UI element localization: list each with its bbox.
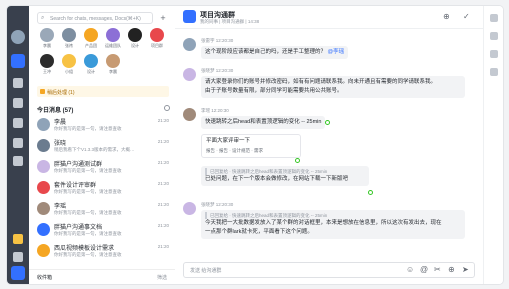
chat-item[interactable]: 胖猫户沟通测试群 你好我写的是第一句，请注意查收 21:20 (37, 158, 169, 176)
chat-sidebar: ⌕ Search for chats, messages, Docs(⌘+K) … (29, 6, 176, 284)
docs-icon[interactable] (13, 78, 23, 88)
chat-item[interactable]: 胖猫户沟通事文档 你好我写的是第一句，请注意查收 21:20 (37, 221, 169, 239)
avatar (183, 202, 196, 215)
favorites-icon[interactable] (13, 156, 23, 166)
chat-item[interactable]: 李瑶 你好我写的是第一句，请注意查收 21:20 (37, 200, 169, 218)
message-bubble[interactable]: 快速跳转之后head和表置顶逻辑的变化 -- 25min (201, 116, 326, 129)
pinned-contact[interactable]: 李晨 (103, 54, 123, 75)
user-avatar[interactable] (11, 30, 25, 44)
pinned-contact[interactable]: 运维团队 (103, 28, 123, 49)
reply-bubble[interactable]: 已回复给 · 快速跳转之后head和表置顶逻辑的变化 -- 25min 今天我把… (201, 210, 465, 239)
avatar (37, 223, 50, 236)
done-icon[interactable]: ✓ (463, 12, 470, 21)
pinned-contact[interactable]: 王冲 (37, 54, 57, 75)
avatar (84, 54, 98, 68)
message-bubble[interactable]: 这个现阶段应该都是自己的吗，还是手工整理的？ @李瑶 (201, 46, 349, 59)
avatar (37, 244, 50, 257)
message-input[interactable]: 发送 给沟通群 ☺ @ ✂ ⊕ ➤ (183, 262, 475, 278)
chat-subtitle: 我的同事 | 项目沟通群 | 14:38 (200, 19, 260, 24)
chat-item[interactable]: 套件设计评审群 你好我写的是第一句，请注意查收 21:20 (37, 179, 169, 197)
avatar (183, 108, 196, 121)
add-button[interactable]: + (157, 12, 169, 24)
read-status-icon (295, 158, 300, 163)
avatar (40, 28, 54, 42)
search-icon: ⌕ (41, 15, 45, 21)
right-toolbar (483, 6, 503, 284)
avatar (183, 38, 196, 51)
group-avatar (183, 10, 196, 23)
avatar (37, 202, 50, 215)
send-icon[interactable]: ➤ (462, 265, 469, 274)
sidebar-footer: 收件箱 筛选 (29, 269, 175, 284)
avatar (37, 160, 50, 173)
avatar (150, 28, 164, 42)
pinned-contact[interactable]: 小组 (59, 54, 79, 75)
settings-icon[interactable] (490, 68, 498, 76)
pinned-contact[interactable]: 设计 (81, 54, 101, 75)
pinned-contact[interactable]: 设计 (125, 28, 145, 49)
read-status-icon (368, 190, 373, 195)
camera-icon[interactable] (490, 14, 498, 22)
chat-item[interactable]: 张晓 稍后我看下个V1.3.3版本的需求，大概… 21:20 (37, 137, 169, 155)
app-icon-yellow[interactable] (13, 234, 23, 244)
emoji-icon[interactable]: ☺ (406, 265, 414, 274)
inbox-label[interactable]: 收件箱 (37, 274, 52, 281)
avatar (37, 139, 50, 152)
avatar (62, 54, 76, 68)
doc-icon[interactable] (490, 32, 498, 40)
search-input[interactable]: ⌕ Search for chats, messages, Docs(⌘+K) (37, 12, 153, 24)
pinned-contact[interactable]: 张祎 (59, 28, 79, 49)
avatar (62, 28, 76, 42)
scissors-icon[interactable]: ✂ (434, 265, 441, 274)
nav-rail (7, 6, 29, 284)
later-notice[interactable]: 稍后处理 (1) (37, 86, 169, 97)
calendar-icon[interactable] (13, 98, 23, 108)
add-icon[interactable]: ⊕ (448, 265, 455, 274)
message-bubble[interactable]: 请大家登录你们的账号并修改密码，如有有问题请联系我。向未开通且有需要的同学请联系… (201, 76, 465, 98)
messenger-icon[interactable] (11, 54, 25, 68)
chat-item[interactable]: 西瓜视频模板设计需求 你好我写的是第一句，请注意查收 21:20 (37, 242, 169, 260)
filter-button[interactable]: 筛选 (157, 274, 167, 281)
section-title: 今日消息 (57) (37, 108, 74, 114)
avatar (37, 181, 50, 194)
app-icon-blue[interactable] (11, 266, 25, 280)
section-toggle-icon[interactable] (164, 105, 170, 111)
chat-header: 项目沟通群 我的同事 | 项目沟通群 | 14:38 ⊕ ✓ (175, 6, 483, 29)
chat-item[interactable]: 李晨 你好我写的是第一句，请注意查收 21:20 (37, 116, 169, 134)
avatar (128, 28, 142, 42)
avatar (106, 54, 120, 68)
avatar (183, 68, 196, 81)
avatar (106, 28, 120, 42)
avatar (84, 28, 98, 42)
workplace-icon[interactable] (13, 138, 23, 148)
search-placeholder: Search for chats, messages, Docs(⌘+K) (50, 15, 141, 22)
pinned-contact[interactable]: 产品团 (81, 28, 101, 49)
read-status-icon (325, 120, 330, 125)
avatar (40, 54, 54, 68)
contacts-icon[interactable] (13, 118, 23, 128)
clock-icon (40, 88, 45, 94)
doc-card[interactable]: 平面大家评审一下 报告 · 报告 · 设计规范 · 需求 (201, 134, 301, 158)
pinned-contact[interactable]: 项目群 (147, 28, 167, 49)
app-window: ⌕ Search for chats, messages, Docs(⌘+K) … (7, 6, 503, 284)
add-member-icon[interactable]: ⊕ (443, 12, 450, 21)
pin-icon[interactable] (490, 50, 498, 58)
chat-main: 项目沟通群 我的同事 | 项目沟通群 | 14:38 ⊕ ✓ 张雷宇 12:20… (175, 6, 483, 284)
app-icon-gray[interactable] (13, 252, 23, 262)
reply-bubble[interactable]: 已回复给 · 快速跳转之后head和表置顶逻辑的变化 -- 25min 已处问题… (201, 166, 369, 186)
at-icon[interactable]: @ (420, 265, 428, 274)
avatar (37, 118, 50, 131)
pinned-contact[interactable]: 李晨 (37, 28, 57, 49)
